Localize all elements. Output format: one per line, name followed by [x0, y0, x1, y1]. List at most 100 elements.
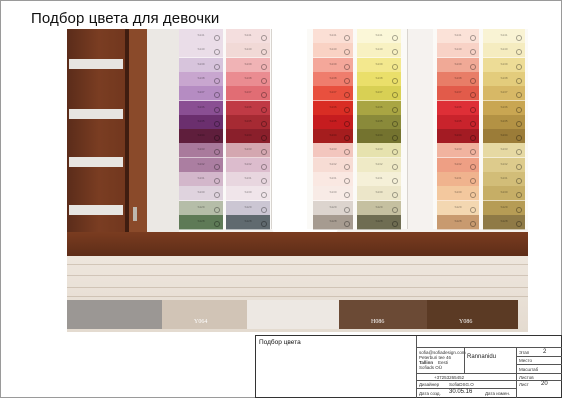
color-swatch: S137 — [483, 86, 525, 102]
swatch-code: S130 — [197, 190, 205, 195]
magnifier-icon — [261, 92, 267, 99]
color-swatch: S136 — [483, 100, 525, 116]
color-swatch: S133 — [179, 143, 223, 159]
magnifier-icon — [392, 35, 398, 41]
magnifier-icon — [344, 149, 350, 156]
color-swatch: S136 — [437, 100, 479, 116]
color-swatch: S136 — [226, 100, 270, 116]
magnifier-icon — [470, 135, 476, 142]
skirting-board — [67, 232, 528, 256]
magnifier-icon — [214, 92, 220, 99]
place-label: Место — [519, 358, 533, 363]
color-swatch: S131 — [313, 172, 353, 187]
color-swatch: S128 — [313, 214, 353, 230]
swatch-code: S132 — [197, 161, 205, 166]
color-swatch: S133 — [226, 143, 270, 159]
magnifier-icon — [470, 206, 476, 213]
color-swatch: S134 — [226, 129, 270, 145]
color-swatch: S128 — [437, 214, 479, 230]
color-swatch: S128 — [357, 214, 401, 230]
color-swatch: S140 — [357, 43, 401, 59]
magnifier-icon — [344, 77, 350, 84]
color-swatch: S136 — [313, 100, 353, 116]
magnifier-icon — [261, 63, 267, 70]
color-swatch: S135 — [313, 114, 353, 130]
color-swatch: S132 — [179, 157, 223, 173]
color-chip-label: Y086 — [459, 319, 473, 325]
swatch-code: S141 — [197, 33, 205, 37]
color-swatch: S140 — [313, 43, 353, 59]
floor-plank-line — [67, 264, 528, 265]
swatch-code: S128 — [244, 218, 252, 223]
magnifier-icon — [344, 192, 350, 199]
swatch-code: S132 — [500, 161, 508, 166]
magnifier-icon — [392, 220, 398, 227]
swatch-code: S137 — [244, 90, 252, 95]
floor-plank-line — [67, 287, 528, 288]
swatch-code: S138 — [329, 75, 337, 80]
door-glass-strip — [69, 157, 123, 167]
page-title: Подбор цвета для девочки — [31, 10, 220, 27]
magnifier-icon — [344, 206, 350, 213]
color-swatch: S131 — [226, 172, 270, 187]
magnifier-icon — [261, 35, 267, 41]
swatch-code: S131 — [197, 176, 205, 180]
magnifier-icon — [261, 120, 267, 127]
color-swatch: S132 — [357, 157, 401, 173]
swatch-code: S138 — [244, 75, 252, 80]
magnifier-icon — [214, 49, 220, 56]
magnifier-icon — [214, 149, 220, 156]
swatch-code: S130 — [454, 190, 462, 195]
color-swatch: S139 — [179, 57, 223, 73]
scale-label: Масштаб — [519, 367, 539, 372]
magnifier-icon — [261, 163, 267, 170]
magnifier-icon — [470, 49, 476, 56]
color-chip — [247, 300, 339, 329]
color-swatch: S137 — [357, 86, 401, 102]
magnifier-icon — [516, 220, 522, 227]
swatch-code: S135 — [500, 118, 508, 123]
swatch-code: S141 — [454, 33, 462, 37]
swatch-code: S130 — [244, 190, 252, 195]
color-swatch: S133 — [357, 143, 401, 159]
color-chip-label: H086 — [371, 319, 385, 325]
swatch-code: S128 — [500, 218, 508, 223]
color-swatch: S129 — [437, 200, 479, 216]
swatch-code: S139 — [244, 61, 252, 66]
magnifier-icon — [516, 192, 522, 199]
door-hinge — [133, 207, 137, 221]
color-swatch: S140 — [179, 43, 223, 59]
swatch-code: S133 — [375, 147, 383, 152]
color-swatch: S139 — [437, 57, 479, 73]
door-glass-strip — [69, 109, 123, 119]
swatch-code: S140 — [197, 47, 205, 52]
swatch-code: S137 — [454, 90, 462, 95]
sheet-label: Лист — [519, 382, 529, 387]
swatch-code: S129 — [500, 204, 508, 209]
color-swatch: S135 — [357, 114, 401, 130]
door-frame — [129, 29, 147, 234]
color-swatch: S135 — [483, 114, 525, 130]
swatch-code: S140 — [375, 47, 383, 52]
magnifier-icon — [344, 220, 350, 227]
swatch-code: S134 — [500, 133, 508, 138]
magnifier-icon — [392, 63, 398, 70]
magnifier-icon — [470, 163, 476, 170]
swatch-code: S139 — [454, 61, 462, 66]
magnifier-icon — [470, 178, 476, 184]
color-swatch: S134 — [179, 129, 223, 145]
divider — [516, 364, 562, 365]
magnifier-icon — [344, 92, 350, 99]
magnifier-icon — [470, 77, 476, 84]
magnifier-icon — [214, 35, 220, 41]
magnifier-icon — [214, 206, 220, 213]
color-swatch: S137 — [226, 86, 270, 102]
date-changed-label: Дата измен. — [485, 391, 511, 396]
swatch-code: S129 — [329, 204, 337, 209]
divider — [416, 380, 516, 381]
color-swatch: S132 — [313, 157, 353, 173]
color-swatch: S135 — [226, 114, 270, 130]
color-swatch: S140 — [437, 43, 479, 59]
magnifier-icon — [516, 92, 522, 99]
swatch-code: S135 — [197, 118, 205, 123]
